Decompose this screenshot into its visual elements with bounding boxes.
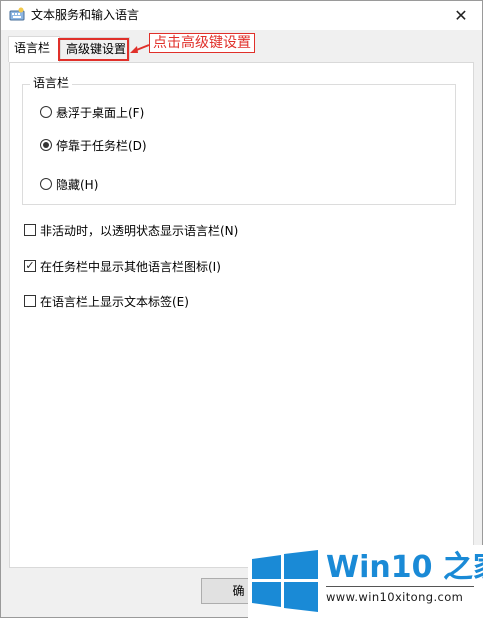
- checkbox[interactable]: [24, 224, 36, 236]
- watermark-url: www.win10xitong.com: [326, 590, 464, 604]
- checkbox-show-extra-icons[interactable]: ✓ 在任务栏中显示其他语言栏图标(I): [24, 257, 221, 275]
- radio-label: 悬浮于桌面上(F): [56, 105, 145, 120]
- radio-label: 停靠于任务栏(D): [56, 138, 147, 153]
- groupbox-legend: 语言栏: [30, 76, 73, 90]
- keyboard-app-icon: [9, 7, 25, 23]
- title-bar: 文本服务和输入语言 ✕: [1, 1, 482, 30]
- checkbox-transparent-when-inactive[interactable]: 非活动时，以透明状态显示语言栏(N): [24, 221, 238, 239]
- tab-language-bar[interactable]: 语言栏: [8, 36, 60, 62]
- window-title: 文本服务和输入语言: [31, 8, 140, 22]
- windows-logo-icon: [252, 550, 318, 612]
- close-icon[interactable]: ✕: [446, 3, 476, 27]
- radio-label: 隐藏(H): [56, 177, 99, 192]
- radio-hidden[interactable]: 隐藏(H): [40, 175, 98, 193]
- brand-latin: Win10: [326, 550, 433, 585]
- annotation-arrow-icon: [130, 44, 150, 53]
- watermark-brand: Win10 之家: [326, 551, 483, 585]
- watermark-logo: Win10 之家 www.win10xitong.com: [248, 545, 483, 618]
- checkbox-label: 在语言栏上显示文本标签(E): [40, 294, 189, 309]
- checkbox[interactable]: [24, 295, 36, 307]
- radio-dock-in-taskbar[interactable]: 停靠于任务栏(D): [40, 136, 147, 154]
- watermark-divider: [326, 586, 474, 587]
- checkbox-label: 非活动时，以透明状态显示语言栏(N): [40, 223, 239, 238]
- annotation-label: 点击高级键设置: [149, 33, 255, 53]
- annotation-highlight-box: [58, 38, 129, 61]
- radio-float-on-desktop[interactable]: 悬浮于桌面上(F): [40, 103, 144, 121]
- checkbox-checked-icon[interactable]: ✓: [24, 260, 36, 272]
- checkbox-show-text-labels[interactable]: 在语言栏上显示文本标签(E): [24, 292, 189, 310]
- checkbox-label: 在任务栏中显示其他语言栏图标(I): [40, 259, 221, 274]
- radio-button[interactable]: [40, 178, 52, 190]
- radio-button[interactable]: [40, 106, 52, 118]
- radio-button[interactable]: [40, 139, 52, 151]
- brand-chinese: 之家: [442, 550, 483, 585]
